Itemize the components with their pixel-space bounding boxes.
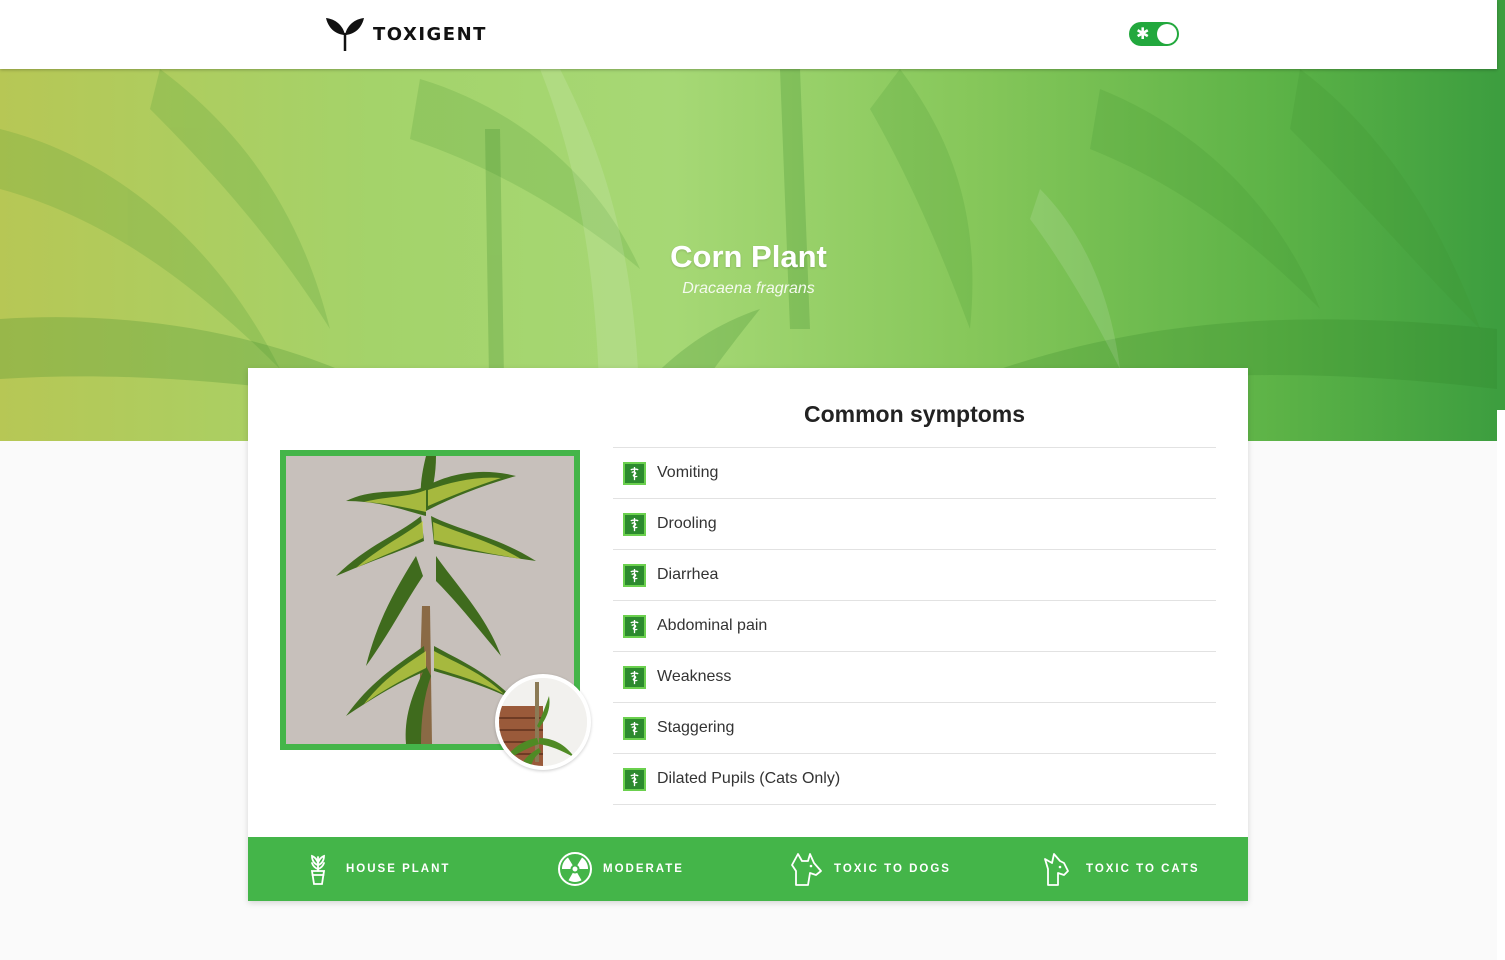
top-nav: TOXIGENT ✱	[0, 0, 1497, 69]
tag-label: MODERATE	[603, 863, 684, 875]
symptom-list: Vomiting Drooling Diarrhea Abdominal pai…	[613, 447, 1216, 805]
scrollbar-thumb[interactable]	[1497, 0, 1505, 410]
tag-toxic-to-dogs[interactable]: TOXIC TO DOGS	[788, 837, 951, 901]
tag-label: HOUSE PLANT	[346, 863, 451, 875]
symptom-item: Staggering	[613, 703, 1216, 754]
plant-detail-card: Common symptoms Vomiting Drooling Diarrh…	[248, 368, 1248, 901]
symptom-item: Weakness	[613, 652, 1216, 703]
brand-logo[interactable]: TOXIGENT	[323, 15, 487, 53]
theme-toggle[interactable]: ✱	[1129, 22, 1179, 46]
caduceus-icon	[623, 614, 646, 638]
caduceus-icon	[623, 563, 646, 587]
symptom-label: Weakness	[657, 668, 732, 685]
plant-tags-bar: HOUSE PLANT MODERATE TOXIC TO DOGS TOXIC…	[248, 837, 1248, 901]
sprout-icon	[326, 18, 364, 52]
symptom-item: Vomiting	[613, 448, 1216, 499]
plant-scientific-name: Dracaena fragrans	[682, 280, 815, 297]
tag-toxicity-level[interactable]: MODERATE	[557, 837, 684, 901]
toggle-knob	[1157, 24, 1177, 44]
tag-toxic-to-cats[interactable]: TOXIC TO CATS	[1040, 837, 1200, 901]
symptom-item: Abdominal pain	[613, 601, 1216, 652]
tag-label: TOXIC TO CATS	[1086, 863, 1200, 875]
brand-name: TOXIGENT	[373, 23, 487, 45]
tag-label: TOXIC TO DOGS	[834, 863, 951, 875]
symptom-label: Vomiting	[657, 464, 719, 481]
symptom-item: Dilated Pupils (Cats Only)	[613, 754, 1216, 805]
symptoms-heading: Common symptoms	[803, 401, 1026, 427]
cat-icon	[1044, 853, 1069, 886]
potted-plant-icon	[310, 854, 326, 885]
symptom-label: Staggering	[657, 719, 735, 736]
caduceus-icon	[623, 512, 646, 536]
plant-thumbnail-image	[499, 678, 587, 766]
plant-thumbnail[interactable]	[495, 674, 591, 770]
caduceus-icon	[623, 461, 646, 485]
plant-name: Corn Plant	[670, 239, 827, 274]
symptom-label: Dilated Pupils (Cats Only)	[657, 770, 841, 787]
caduceus-icon	[623, 767, 646, 791]
sun-icon: ✱	[1136, 24, 1150, 43]
symptom-label: Diarrhea	[657, 566, 719, 583]
symptom-item: Drooling	[613, 499, 1216, 550]
caduceus-icon	[623, 665, 646, 689]
radiation-icon	[558, 852, 592, 886]
symptom-label: Abdominal pain	[657, 617, 768, 634]
caduceus-icon	[623, 716, 646, 740]
symptom-label: Drooling	[657, 515, 717, 532]
dog-icon	[791, 853, 822, 886]
symptom-item: Diarrhea	[613, 550, 1216, 601]
tag-house-plant[interactable]: HOUSE PLANT	[300, 837, 450, 901]
